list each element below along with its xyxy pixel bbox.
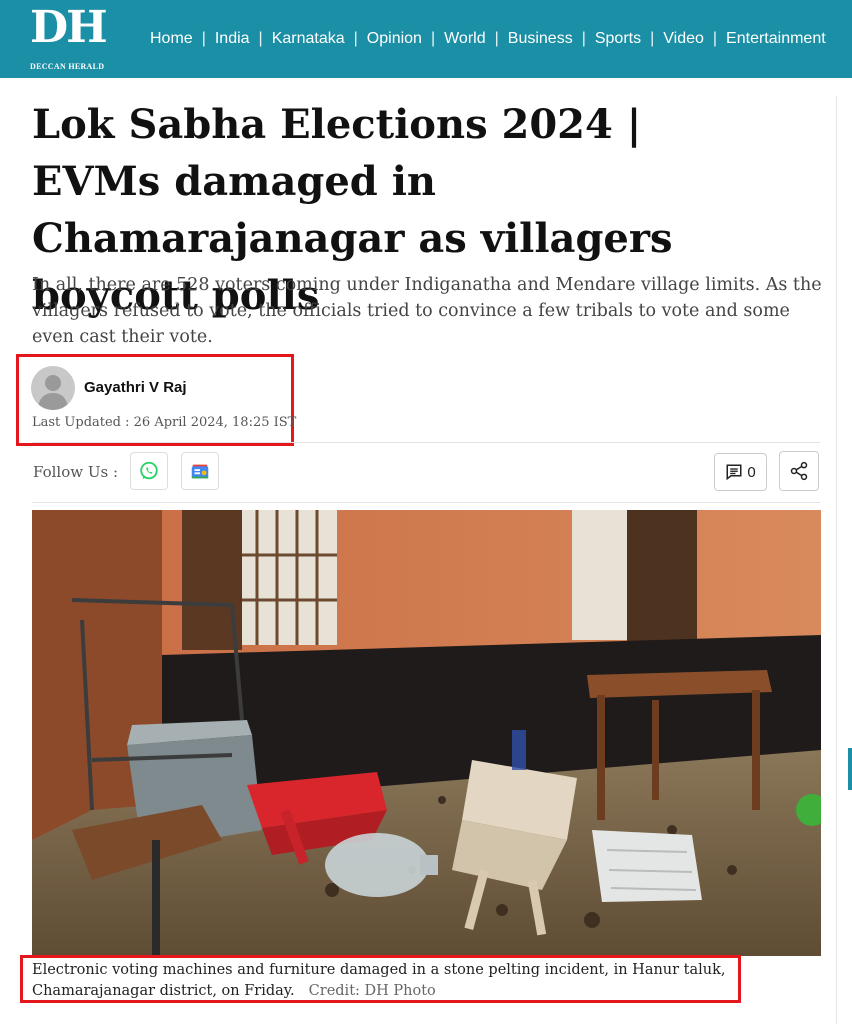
comment-button[interactable]: 0 <box>714 453 767 491</box>
sidebar-divider <box>836 96 837 1024</box>
divider <box>32 502 820 503</box>
nav-separator: | <box>353 30 358 47</box>
article-summary: In all, there are 528 voters coming unde… <box>32 275 822 347</box>
divider <box>32 442 820 443</box>
nav-separator: | <box>430 30 436 47</box>
whatsapp-icon <box>140 461 158 480</box>
site-header: DH DECCAN HERALD Home | India | Karnataka |… <box>0 0 852 78</box>
nav-separator: | <box>494 30 499 47</box>
last-updated: Last Updated : 26 April 2024, 18:25 IST <box>32 415 297 430</box>
nav-business[interactable]: Business <box>508 30 573 48</box>
sidebar-accent-bar <box>848 748 852 790</box>
google-news-icon <box>191 464 209 479</box>
article-body-cutoff <box>32 1014 332 1024</box>
follow-us-label: Follow Us : <box>33 463 119 481</box>
nav-separator: | <box>581 30 586 47</box>
nav-india[interactable]: India <box>215 30 250 48</box>
nav-separator: | <box>258 30 263 47</box>
photo-caption: Electronic voting machines and furniture… <box>32 960 737 1002</box>
nav-opinion[interactable]: Opinion <box>367 30 422 48</box>
logo-subtitle: DECCAN HERALD <box>30 62 105 71</box>
share-button[interactable] <box>779 451 819 491</box>
google-news-button[interactable] <box>181 452 219 490</box>
comment-count: 0 <box>747 463 756 481</box>
nav-world[interactable]: World <box>444 30 486 48</box>
nav-entertainment[interactable]: Entertainment <box>726 30 826 48</box>
avatar-placeholder-icon[interactable] <box>31 366 75 410</box>
deccan-herald-logo[interactable]: DH DECCAN HERALD <box>30 4 110 74</box>
author-name[interactable]: Gayathri V Raj <box>84 379 187 396</box>
nav-karnataka[interactable]: Karnataka <box>272 30 345 48</box>
nav-home[interactable]: Home <box>150 30 193 48</box>
share-icon <box>790 461 808 481</box>
nav-separator: | <box>712 30 718 47</box>
photo-credit: Credit: DH Photo <box>308 983 436 999</box>
article-photo[interactable] <box>32 510 821 956</box>
whatsapp-button[interactable] <box>130 452 168 490</box>
nav-separator: | <box>201 30 206 47</box>
comment-icon <box>726 464 742 481</box>
nav-separator: | <box>650 30 655 47</box>
nav-video[interactable]: Video <box>663 30 704 48</box>
main-nav: Home | India | Karnataka | Opinion | World | … <box>150 0 826 78</box>
logo-mark: DH <box>30 2 108 53</box>
nav-sports[interactable]: Sports <box>595 30 641 48</box>
